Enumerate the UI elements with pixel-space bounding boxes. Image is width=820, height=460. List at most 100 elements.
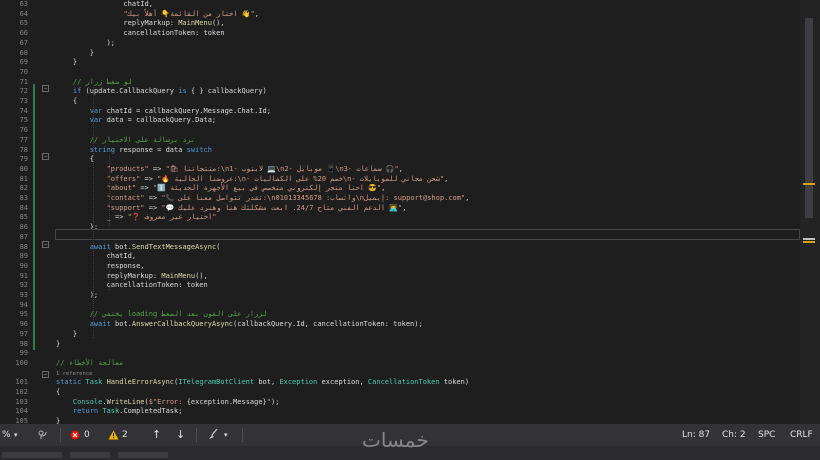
code-text[interactable]: static Task HandleErrorAsync(ITelegramBo…	[56, 378, 469, 388]
code-line[interactable]: 93 );	[0, 291, 800, 301]
code-text[interactable]: cancellationToken: token	[56, 281, 208, 291]
code-line[interactable]: 77 // نرد برسالة على الاختيار	[0, 136, 800, 146]
code-line[interactable]: 71 // لو ضغط زرار	[0, 78, 800, 88]
code-line[interactable]: 72 if (update.CallbackQuery is { } callb…	[0, 87, 800, 97]
fold-toggle-icon[interactable]: −	[42, 371, 49, 378]
line-indicator[interactable]: Ln: 87	[682, 424, 710, 446]
code-text[interactable]: response,	[56, 262, 145, 272]
code-line[interactable]: 85 _ => "❓ اختيار غير معروف"	[0, 213, 800, 223]
code-text[interactable]: }	[56, 340, 60, 350]
fold-toggle-icon[interactable]: −	[42, 241, 49, 248]
code-line[interactable]: 99	[0, 349, 800, 359]
line-ending-mode[interactable]: CRLF	[790, 424, 813, 446]
code-text[interactable]: {	[56, 97, 77, 107]
whitespace-mode[interactable]: SPC	[758, 424, 775, 446]
code-line[interactable]: 76	[0, 126, 800, 136]
code-text[interactable]: {	[56, 388, 60, 398]
fold-toggle-icon[interactable]: −	[42, 153, 49, 160]
code-line[interactable]: 80 "products" => "🛍 منتجاتنا:\n1- لابتوب…	[0, 165, 800, 175]
code-editor[interactable]: 63 chatId, 64 "اختار من القائمة👇 أهلاً بي…	[0, 0, 820, 424]
code-text[interactable]: var data = callbackQuery.Data;	[56, 116, 216, 126]
fold-toggle-icon[interactable]: −	[42, 85, 49, 92]
code-text[interactable]: // نرد برسالة على الاختيار	[56, 136, 195, 146]
scrollbar-thumb[interactable]	[805, 18, 813, 218]
code-line[interactable]: 97 }	[0, 330, 800, 340]
code-text[interactable]: await bot.AnswerCallbackQueryAsync(callb…	[56, 320, 423, 330]
code-line[interactable]: 104 return Task.CompletedTask;	[0, 407, 800, 417]
code-text[interactable]: // معالجة الأخطاء	[56, 359, 123, 369]
code-text[interactable]: // يختفي loading لزرار على الفون بعد الض…	[56, 310, 267, 320]
code-line[interactable]: 92 cancellationToken: token	[0, 281, 800, 291]
code-text[interactable]: }	[56, 49, 94, 59]
code-line[interactable]: 84 "support" => "💬 الدعم الفني متاح 24/7…	[0, 204, 800, 214]
error-count[interactable]: 0	[84, 424, 90, 446]
code-line[interactable]: 63 chatId,	[0, 0, 800, 10]
zoom-level[interactable]: %	[2, 424, 11, 446]
code-text[interactable]: "contact" => "📞 تقدر تتواصل معنا على:\nو…	[56, 194, 470, 204]
chevron-down-icon[interactable]: ▾	[14, 424, 18, 446]
code-text[interactable]: var chatId = callbackQuery.Message.Chat.…	[56, 107, 271, 117]
code-line[interactable]: 79 {	[0, 155, 800, 165]
arrow-up-icon[interactable]: ↑	[152, 424, 161, 446]
code-text[interactable]: await bot.SendTextMessageAsync(	[56, 243, 221, 253]
code-text[interactable]: // لو ضغط زرار	[56, 78, 132, 88]
error-circle-icon[interactable]	[70, 424, 80, 446]
warning-count[interactable]: 2	[122, 424, 128, 446]
code-line[interactable]: 101 static Task HandleErrorAsync(ITelegra…	[0, 378, 800, 388]
code-text[interactable]: return Task.CompletedTask;	[56, 407, 183, 417]
code-line[interactable]: 94	[0, 301, 800, 311]
code-line[interactable]: 105}	[0, 417, 800, 424]
arrow-down-icon[interactable]: ↓	[176, 424, 185, 446]
code-text[interactable]: "اختار من القائمة👇 أهلاً بيك 👋",	[56, 10, 258, 20]
code-line[interactable]: 67 );	[0, 39, 800, 49]
code-line[interactable]: 88 await bot.SendTextMessageAsync(	[0, 243, 800, 253]
code-line[interactable]: 89 chatId,	[0, 252, 800, 262]
code-text[interactable]: );	[56, 39, 115, 49]
code-line[interactable]: 70	[0, 68, 800, 78]
code-line[interactable]: 69 }	[0, 58, 800, 68]
code-text[interactable]: _ => "❓ اختيار غير معروف"	[56, 213, 217, 223]
chevron-down-icon[interactable]: ▾	[224, 424, 228, 446]
code-text[interactable]: Console.WriteLine($"Error: {exception.Me…	[56, 398, 280, 408]
code-text[interactable]: }	[56, 417, 60, 424]
code-text[interactable]: );	[56, 291, 98, 301]
code-line[interactable]: 64 "اختار من القائمة👇 أهلاً بيك 👋",	[0, 10, 800, 20]
code-text[interactable]: }	[56, 330, 77, 340]
code-text[interactable]: replyMarkup: MainMenu(),	[56, 19, 224, 29]
codelens-reference[interactable]: 1 reference	[0, 369, 800, 379]
code-line[interactable]: 96 await bot.AnswerCallbackQueryAsync(ca…	[0, 320, 800, 330]
code-line[interactable]: 68 }	[0, 49, 800, 59]
code-line[interactable]: 103 Console.WriteLine($"Error: {exceptio…	[0, 398, 800, 408]
code-token: "about"	[56, 184, 137, 193]
code-line[interactable]: 83 "contact" => "📞 تقدر تتواصل معنا على:…	[0, 194, 800, 204]
code-line[interactable]: 102 {	[0, 388, 800, 398]
code-text[interactable]: {	[56, 155, 94, 165]
code-line[interactable]: 73 {	[0, 97, 800, 107]
char-indicator[interactable]: Ch: 2	[722, 424, 746, 446]
line-number: 97	[19, 329, 28, 338]
code-line[interactable]: 81 "offers" => "🔥 عروضنا الحالية:\n- خصم…	[0, 175, 800, 185]
code-text[interactable]: chatId,	[56, 0, 153, 10]
code-text[interactable]: cancellationToken: token	[56, 29, 224, 39]
warning-triangle-icon[interactable]	[108, 424, 119, 446]
code-line[interactable]: 82 "about" => "ℹ️ احنا متجر إلكتروني متخ…	[0, 184, 800, 194]
code-line[interactable]: 91 replyMarkup: MainMenu(),	[0, 272, 800, 282]
code-text[interactable]: if (update.CallbackQuery is { } callback…	[56, 87, 267, 97]
code-line[interactable]: 90 response,	[0, 262, 800, 272]
code-text[interactable]: replyMarkup: MainMenu(),	[56, 272, 208, 282]
code-text[interactable]: }	[56, 58, 77, 68]
git-icon[interactable]	[38, 424, 48, 446]
code-line[interactable]: 65 replyMarkup: MainMenu(),	[0, 19, 800, 29]
code-line[interactable]: 98}	[0, 340, 800, 350]
code-line[interactable]: 74 var chatId = callbackQuery.Message.Ch…	[0, 107, 800, 117]
code-line[interactable]: 95 // يختفي loading لزرار على الفون بعد …	[0, 310, 800, 320]
code-text[interactable]: "offers" => "🔥 عروضنا الحالية:\n- خصم 20…	[56, 175, 449, 185]
code-cleanup-icon[interactable]	[208, 424, 220, 446]
code-text[interactable]: chatId,	[56, 252, 137, 262]
code-line[interactable]: 66 cancellationToken: token	[0, 29, 800, 39]
code-line[interactable]: 75 var data = callbackQuery.Data;	[0, 116, 800, 126]
code-line[interactable]: 100 // معالجة الأخطاء	[0, 359, 800, 369]
code-text[interactable]: string response = data switch	[56, 146, 212, 156]
code-line[interactable]: 78 string response = data switch	[0, 146, 800, 156]
code-text[interactable]: "about" => "ℹ️ احنا متجر إلكتروني متخصص …	[56, 184, 386, 194]
